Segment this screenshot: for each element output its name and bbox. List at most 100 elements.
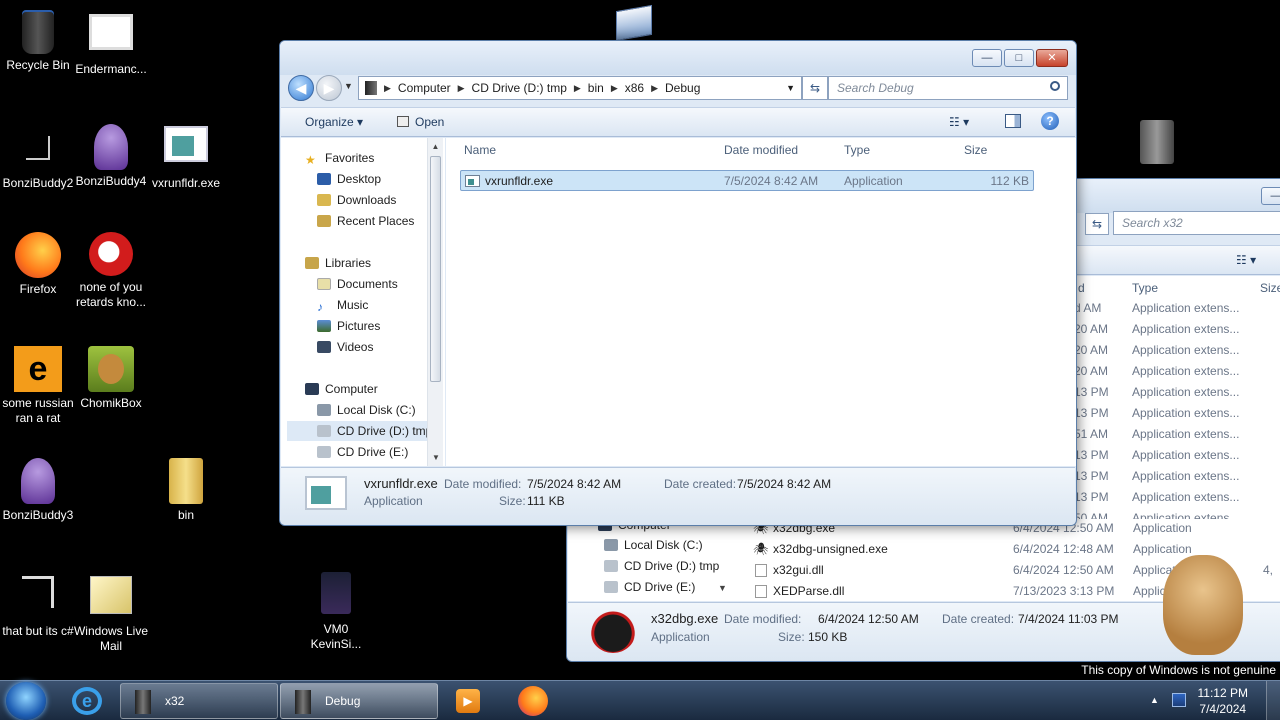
computer-icon [305,383,319,395]
search-input[interactable]: Search Debug [828,76,1068,100]
clock[interactable]: 11:12 PM 7/4/2024 [1198,685,1248,717]
file-name: x32dbg-unsigned.exe [773,542,888,556]
desktop-icon-vxrunfldr[interactable]: vxrunfldr.exe [148,124,224,191]
explorer-window-debug[interactable]: — □ ✕ ◀ ▶ ▼ ▶ Computer ▶ CD Drive (D:) tm… [279,40,1077,526]
column-header-size[interactable]: Size [1260,276,1280,300]
minimize-button[interactable]: — [1261,187,1280,205]
column-header-name[interactable]: Name [464,138,496,162]
desktop-icon-bonzibuddy2[interactable]: BonziBuddy2 [0,124,76,191]
refresh-icon[interactable]: ⇆ [1085,213,1109,235]
nav-item-downloads[interactable]: Downloads [317,190,396,210]
nav-item-cd-drive-d[interactable]: CD Drive (D:) tmp [604,556,719,576]
organize-button[interactable]: Organize ▾ [305,115,363,129]
start-button[interactable] [6,682,46,720]
nav-item-pictures[interactable]: Pictures [317,316,380,336]
nav-item-local-disk[interactable]: Local Disk (C:) [317,400,416,420]
show-desktop-button[interactable] [1266,681,1280,720]
scroll-down-arrow[interactable]: ▼ [718,583,727,593]
breadcrumb-computer[interactable]: Computer [394,81,455,95]
nav-item-libraries[interactable]: Libraries [305,253,371,273]
window-icon [89,14,133,50]
nav-item-computer[interactable]: Computer [305,379,378,399]
taskbar-button-x32[interactable]: x32 [120,683,278,719]
nav-item-label: Favorites [325,151,375,165]
refresh-icon[interactable]: ⇆ [802,76,828,100]
nav-item-videos[interactable]: Videos [317,337,373,357]
help-icon[interactable]: ? [1041,112,1059,130]
view-options-icon[interactable]: ☷ ▾ [1236,253,1256,267]
view-options-icon[interactable]: ☷ ▾ [949,115,969,129]
nav-item-recent-places[interactable]: Recent Places [317,211,414,231]
desktop-icon-endermanch[interactable]: Endermanc... [73,10,149,77]
cube-icon[interactable] [616,4,652,42]
nav-item-favorites[interactable]: ★ Favorites [305,148,374,168]
maximize-button[interactable]: □ [1004,49,1034,67]
scroll-down-arrow[interactable]: ▼ [428,453,444,462]
open-icon [397,116,409,127]
file-row-selected[interactable]: vxrunfldr.exe 7/5/2024 8:42 AM Applicati… [460,170,1034,191]
folder-icon[interactable] [1140,120,1174,164]
desktop-icon-windows-live-mail[interactable]: Windows Live Mail [73,572,149,654]
desktop-icon-that-but-its[interactable]: that but its c# [0,572,76,639]
nav-item-desktop[interactable]: Desktop [317,169,381,189]
nav-item-local-disk[interactable]: Local Disk (C:) [604,535,703,555]
back-button[interactable]: ◀ [288,75,314,101]
genuine-notice: This copy of Windows is not genuine [1081,663,1276,677]
breadcrumb-debug[interactable]: Debug [661,81,704,95]
scroll-up-arrow[interactable]: ▲ [428,138,443,151]
desktop-icon-bonzibuddy3[interactable]: BonziBuddy3 [0,458,76,523]
nav-item-cd-drive-e[interactable]: CD Drive (E:) [604,577,695,597]
address-bar[interactable]: ▶ Computer ▶ CD Drive (D:) tmp ▶ bin ▶ x86 ▶… [358,76,802,100]
desktop-icon-firefox[interactable]: Firefox [0,232,76,297]
file-name: XEDParse.dll [773,584,845,598]
close-button[interactable]: ✕ [1036,49,1068,67]
show-hidden-icons-button[interactable]: ▲ [1150,695,1159,705]
file-date: 7/5/2024 8:42 AM [724,174,819,188]
nav-item-documents[interactable]: Documents [317,274,398,294]
open-button[interactable]: Open [397,115,444,129]
breadcrumb-bin[interactable]: bin [584,81,608,95]
file-date: 7/13/2023 3:13 PM [1013,584,1115,598]
internet-explorer-icon[interactable]: e [72,687,102,715]
recent-pages-dropdown[interactable]: ▼ [344,81,353,91]
details-modified: 6/4/2024 12:50 AM [818,612,919,626]
nav-scrollbar[interactable]: ▲ ▼ [427,138,443,466]
nav-item-label: Videos [337,340,374,354]
breadcrumb-cd-drive[interactable]: CD Drive (D:) tmp [468,81,571,95]
preview-pane-icon[interactable] [1005,114,1021,128]
network-icon[interactable] [1172,693,1186,707]
column-header-size[interactable]: Size [964,138,987,162]
firefox-icon[interactable] [518,686,548,716]
file-date: 13 PM [1074,385,1109,399]
taskbar-button-debug[interactable]: Debug [280,683,438,719]
column-header-type[interactable]: Type [1132,276,1158,300]
column-header-date[interactable]: d [1078,276,1085,300]
file-list: Name Date modified Type Size vxrunfldr.e… [446,138,1076,466]
breadcrumb-x86[interactable]: x86 [621,81,648,95]
desktop-icon-bin[interactable]: bin [148,458,224,523]
nav-item-cd-drive-d[interactable]: CD Drive (D:) tmp [287,421,427,441]
scroll-thumb[interactable] [430,156,441,382]
desktop-icon-label: BonziBuddy4 [75,174,147,188]
address-dropdown-icon[interactable]: ▼ [786,83,795,93]
desktop-icon-recycle-bin[interactable]: Recycle Bin [0,10,76,73]
media-player-icon[interactable]: ▶ [456,689,480,713]
desktop-icon-bonzibuddy4[interactable]: BonziBuddy4 [73,124,149,189]
nav-item-cd-drive-e[interactable]: CD Drive (E:) [317,442,408,462]
desktop-icon-chomikbox[interactable]: ChomikBox [73,346,149,411]
forward-button[interactable]: ▶ [316,75,342,101]
search-input[interactable]: Search x32 [1113,211,1280,235]
file-date: 20 AM [1074,322,1109,336]
column-header-type[interactable]: Type [844,138,870,162]
column-header-date-modified[interactable]: Date modified [724,138,798,162]
downloads-icon [317,194,331,206]
nav-item-music[interactable]: ♪ Music [317,295,368,315]
desktop-icon-vm0[interactable]: VM0 KevinSi... [298,572,374,652]
desktop-icon-some-russian[interactable]: e some russian ran a rat [0,346,76,426]
dll-icon [755,564,767,577]
taskbar-button-label: Debug [325,694,361,708]
bonzi-icon [94,124,128,170]
minimize-button[interactable]: — [972,49,1002,67]
desktop-icon-label: that but its c# [2,624,74,638]
desktop-icon-none-of-you[interactable]: none of you retards kno... [73,232,149,310]
